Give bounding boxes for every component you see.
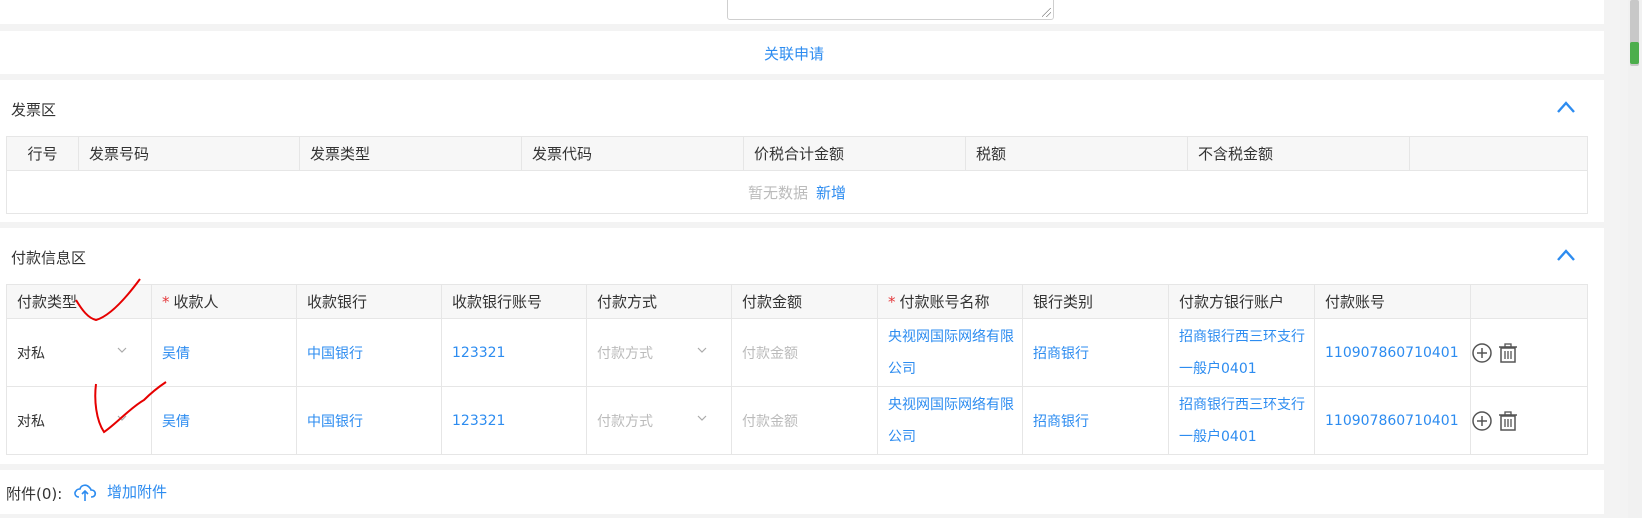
related-panel: 关联申请 — [0, 31, 1604, 74]
col-invoice-code: 发票代码 — [521, 136, 744, 171]
chevron-down-icon — [697, 415, 707, 421]
add-attachment-label: 增加附件 — [107, 483, 168, 501]
payee-cell[interactable]: 吴倩 — [151, 318, 297, 387]
col-invoice-type: 发票类型 — [299, 136, 522, 171]
col-row-actions — [1470, 284, 1588, 319]
payer-bank-account-text: 招商银行西三环支行一般户0401 — [1179, 328, 1305, 377]
invoice-section: 发票区 行号 发票号码 发票类型 发票代码 价税合计金额 税额 不含税金额 暂无… — [0, 80, 1604, 222]
pay-amount-input[interactable]: 付款金额 — [731, 386, 878, 455]
add-row-icon[interactable] — [1471, 342, 1493, 364]
payee-bank-cell[interactable]: 中国银行 — [296, 386, 442, 455]
col-tax: 税额 — [965, 136, 1188, 171]
payee-bank-cell[interactable]: 中国银行 — [296, 318, 442, 387]
pay-method-placeholder: 付款方式 — [597, 413, 653, 430]
col-payee-account: 收款银行账号 — [441, 284, 587, 319]
chevron-down-icon — [697, 347, 707, 353]
related-application-link[interactable]: 关联申请 — [764, 43, 824, 64]
pay-account-name-text: 央视网国际网络有限公司 — [888, 328, 1014, 377]
chevron-down-icon — [117, 347, 127, 353]
required-mark: * — [888, 293, 896, 311]
col-pay-method: 付款方式 — [586, 284, 732, 319]
scrollbar-grip-icon[interactable] — [1630, 42, 1639, 64]
chevron-up-icon[interactable] — [1556, 248, 1576, 262]
pay-account-name-cell[interactable]: 央视网国际网络有限公司 — [877, 386, 1023, 455]
chevron-up-icon[interactable] — [1556, 100, 1576, 114]
table-row: 暂无数据 新增 — [6, 170, 1588, 214]
pay-method-select[interactable]: 付款方式 — [586, 386, 732, 455]
payment-type-select[interactable]: 对私 — [6, 318, 152, 387]
pay-method-select[interactable]: 付款方式 — [586, 318, 732, 387]
row-actions — [1470, 318, 1588, 387]
col-total-amount: 价税合计金额 — [743, 136, 966, 171]
add-attachment-button[interactable]: 增加附件 — [73, 481, 167, 502]
pay-amount-input[interactable]: 付款金额 — [731, 318, 878, 387]
col-payee: * 收款人 — [151, 284, 297, 319]
payer-bank-account-text: 招商银行西三环支行一般户0401 — [1179, 396, 1305, 445]
top-panel — [0, 0, 1604, 24]
payment-table: 付款类型 * 收款人 收款银行 收款银行账号 付款方式 付款金额 * 付款账号名称 … — [6, 284, 1588, 455]
payment-type-select[interactable]: 对私 — [6, 386, 152, 455]
add-row-icon[interactable] — [1471, 410, 1493, 432]
pay-account-no-cell[interactable]: 110907860710401 — [1314, 386, 1471, 455]
col-line-no: 行号 — [6, 136, 79, 171]
payee-cell[interactable]: 吴倩 — [151, 386, 297, 455]
pay-method-placeholder: 付款方式 — [597, 345, 653, 362]
col-payment-type: 付款类型 — [6, 284, 152, 319]
payment-table-header: 付款类型 * 收款人 收款银行 收款银行账号 付款方式 付款金额 * 付款账号名称 … — [6, 284, 1588, 319]
empty-row: 暂无数据 新增 — [6, 170, 1588, 214]
invoice-table-header: 行号 发票号码 发票类型 发票代码 价税合计金额 税额 不含税金额 — [6, 136, 1588, 171]
payment-section: 付款信息区 付款类型 * 收款人 收款银行 收款银行账号 付款方式 付款金额 * 付… — [0, 228, 1604, 464]
table-row: 对私 吴倩 中国银行 123321 付款方式 付款金额 央视网国际网络有限公司 … — [6, 318, 1588, 387]
col-pay-account-name: * 付款账号名称 — [877, 284, 1023, 319]
col-payee-label: 收款人 — [173, 293, 219, 311]
col-invoice-no: 发票号码 — [78, 136, 300, 171]
resize-grip-icon[interactable] — [1042, 8, 1051, 17]
payee-account-cell[interactable]: 123321 — [441, 386, 587, 455]
payer-bank-account-cell[interactable]: 招商银行西三环支行一般户0401 — [1168, 386, 1315, 455]
trash-icon[interactable] — [1497, 410, 1519, 432]
bank-type-cell[interactable]: 招商银行 — [1022, 318, 1169, 387]
col-bank-type: 银行类别 — [1022, 284, 1169, 319]
trash-icon[interactable] — [1497, 342, 1519, 364]
add-invoice-link[interactable]: 新增 — [816, 184, 846, 202]
cloud-upload-icon — [74, 483, 97, 501]
payment-type-value: 对私 — [17, 345, 45, 362]
col-pay-account-name-label: 付款账号名称 — [899, 293, 990, 311]
empty-text: 暂无数据 — [747, 183, 808, 202]
col-payer-bank-account: 付款方银行账户 — [1168, 284, 1315, 319]
attachment-section: 附件(0): 增加附件 — [0, 470, 1604, 514]
invoice-table: 行号 发票号码 发票类型 发票代码 价税合计金额 税额 不含税金额 暂无数据 新增 — [6, 136, 1588, 214]
remarks-textarea[interactable] — [727, 0, 1054, 20]
required-mark: * — [162, 293, 170, 311]
payee-account-cell[interactable]: 123321 — [441, 318, 587, 387]
pay-account-no-cell[interactable]: 110907860710401 — [1314, 318, 1471, 387]
invoice-section-title: 发票区 — [11, 101, 57, 119]
col-payee-bank: 收款银行 — [296, 284, 442, 319]
attachment-count-label: 附件(0): — [6, 485, 63, 503]
table-row: 对私 吴倩 中国银行 123321 付款方式 付款金额 央视网国际网络有限公司 … — [6, 386, 1588, 455]
pay-account-name-cell[interactable]: 央视网国际网络有限公司 — [877, 318, 1023, 387]
page-scrollbar[interactable] — [1628, 0, 1642, 518]
chevron-down-icon — [117, 415, 127, 421]
col-pay-amount: 付款金额 — [731, 284, 878, 319]
bank-type-cell[interactable]: 招商银行 — [1022, 386, 1169, 455]
payer-bank-account-cell[interactable]: 招商银行西三环支行一般户0401 — [1168, 318, 1315, 387]
row-actions — [1470, 386, 1588, 455]
col-pay-account-no: 付款账号 — [1314, 284, 1471, 319]
col-actions — [1409, 136, 1588, 171]
col-amount-excl-tax: 不含税金额 — [1187, 136, 1410, 171]
payment-section-title: 付款信息区 — [11, 249, 87, 267]
pay-account-name-text: 央视网国际网络有限公司 — [888, 396, 1014, 445]
payment-type-value: 对私 — [17, 413, 45, 430]
